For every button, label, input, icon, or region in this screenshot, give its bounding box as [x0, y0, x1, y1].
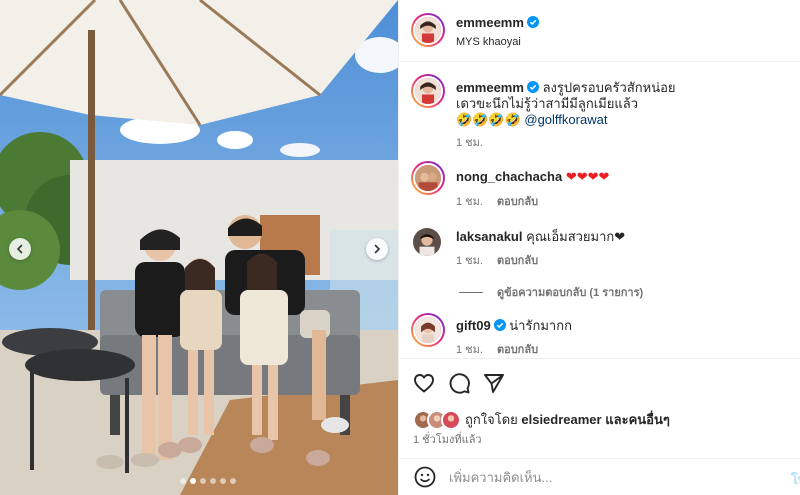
comment-button[interactable] [447, 371, 471, 395]
comment: gift09 น่ารักมากก [456, 318, 572, 334]
carousel-dot-active [190, 478, 196, 484]
comment-time[interactable]: 1 ชม. [456, 196, 483, 208]
carousel-prev-button[interactable] [9, 238, 31, 260]
avatar[interactable] [411, 13, 445, 47]
comment-time[interactable]: 1 ชม. [456, 344, 483, 356]
liked-by-joiner: และ [605, 412, 629, 427]
liked-by-prefix: ถูกใจโดย [465, 412, 518, 427]
verified-badge-icon [526, 16, 539, 28]
comment-avatar[interactable] [411, 161, 445, 195]
view-replies-label: ดูข้อความตอบกลับ (1 รายการ) [497, 287, 644, 299]
chevron-right-icon [374, 244, 381, 254]
likes-summary: ถูกใจโดย elsiedreamer และคนอื่นๆ [413, 409, 670, 430]
comment: laksanakul คุณเอ็มสวยมาก❤ [456, 229, 625, 245]
caption-line-2: เดวขะนึกไม่รู้ว่าสามีมีลูกเมียแล้ว [456, 96, 638, 111]
comment-username[interactable]: laksanakul [456, 229, 523, 244]
post-photo[interactable] [0, 0, 398, 495]
caption-avatar[interactable] [411, 74, 445, 108]
comment-avatar[interactable] [411, 313, 445, 347]
caption-username[interactable]: emmeemm [456, 80, 524, 95]
emoji-button[interactable] [413, 465, 437, 489]
heart-icon [414, 374, 434, 393]
reply-button[interactable]: ตอบกลับ [497, 196, 538, 208]
comment-text: คุณเอ็มสวยมาก❤ [526, 229, 626, 244]
share-button[interactable] [482, 371, 506, 395]
carousel-dot [200, 478, 206, 484]
add-comment-input[interactable] [449, 468, 779, 486]
caption-emojis: 🤣🤣🤣🤣 [456, 112, 521, 127]
post-time-ago[interactable]: 1 ชั่วโมงที่แล้ว [413, 430, 482, 448]
view-replies-button[interactable]: ดูข้อความตอบกลับ (1 รายการ) [459, 283, 643, 301]
comment-meta: 1 ชม. ตอบกลับ [456, 251, 538, 269]
family-photo-image [0, 0, 398, 495]
verified-badge-icon [526, 81, 539, 93]
liker-avatars[interactable] [413, 409, 461, 430]
comment-username[interactable]: gift09 [456, 318, 491, 333]
comment-avatar[interactable] [413, 228, 441, 256]
like-button[interactable] [412, 371, 436, 395]
comment: nong_chachacha ❤❤❤❤ [456, 169, 609, 185]
post-header: emmeemm MYS khaoyai [399, 0, 800, 62]
caption: emmeemm ลงรูปครอบครัวสักหน่อย เดวขะนึกไม… [456, 80, 786, 128]
post-author-username[interactable]: emmeemm [456, 15, 524, 30]
post-comment-button[interactable]: โพ [791, 469, 800, 490]
liked-by-username[interactable]: elsiedreamer [521, 412, 601, 427]
comment-text: ❤❤❤❤ [565, 169, 610, 184]
comment-meta: 1 ชม. ตอบกลับ [456, 192, 538, 210]
reply-button[interactable]: ตอบกลับ [497, 255, 538, 267]
comment-time[interactable]: 1 ชม. [456, 255, 483, 267]
caption-time[interactable]: 1 ชม. [456, 133, 483, 151]
comment-icon [449, 373, 470, 394]
carousel-dot [180, 478, 186, 484]
caption-text: ลงรูปครอบครัวสักหน่อย [542, 80, 676, 95]
emoji-icon [414, 466, 436, 488]
divider-line [459, 291, 483, 293]
add-comment-bar: โพ [399, 458, 800, 495]
share-icon [484, 374, 504, 393]
post-actions: ถูกใจโดย elsiedreamer และคนอื่นๆ 1 ชั่วโ… [399, 358, 800, 462]
comment-username[interactable]: nong_chachacha [456, 169, 562, 184]
caption-mention[interactable]: @golffkorawat [524, 112, 607, 127]
verified-badge-icon [493, 319, 506, 331]
carousel-dot [220, 478, 226, 484]
reply-button[interactable]: ตอบกลับ [497, 344, 538, 356]
liked-by-others[interactable]: คนอื่นๆ [629, 412, 670, 427]
post-location[interactable]: MYS khaoyai [456, 36, 521, 48]
chevron-left-icon [16, 244, 23, 254]
comment-meta: 1 ชม. ตอบกลับ [456, 340, 538, 358]
carousel-next-button[interactable] [366, 238, 388, 260]
carousel-indicator [180, 478, 236, 484]
carousel-dot [210, 478, 216, 484]
comment-text: น่ารักมากก [509, 318, 572, 333]
post-detail-panel: emmeemm MYS khaoyai emmeemm ลงรูปครอบครั… [398, 0, 800, 495]
carousel-dot [230, 478, 236, 484]
